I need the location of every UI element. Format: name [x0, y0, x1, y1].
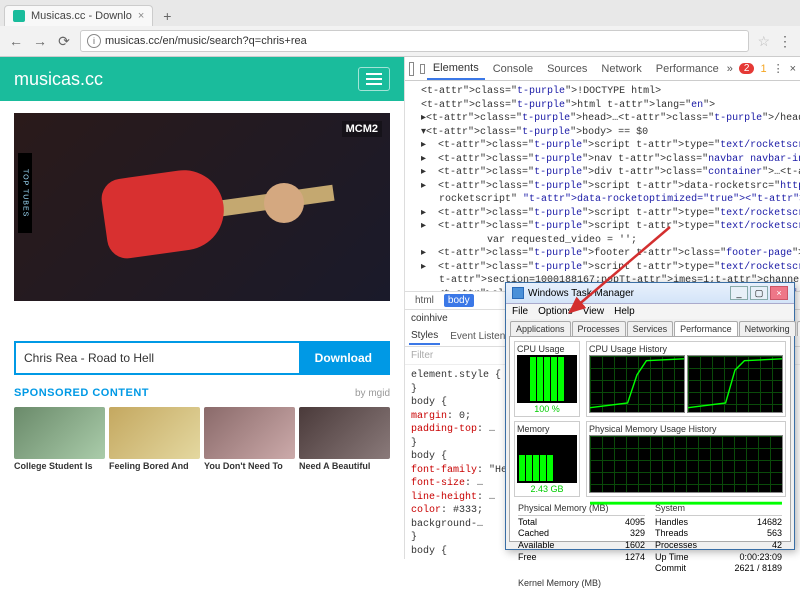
devtools-tab-elements[interactable]: Elements — [427, 58, 485, 80]
sponsored-by: by mgid — [355, 388, 390, 399]
cpu-value: 100 % — [517, 404, 577, 414]
hamburger-menu-button[interactable] — [358, 67, 390, 91]
track-input[interactable] — [16, 343, 299, 373]
inspect-icon[interactable] — [409, 62, 414, 76]
cpu-meter — [517, 355, 577, 403]
tm-tab-processes[interactable]: Processes — [572, 321, 626, 336]
devtools-tabbar: Elements Console Sources Network Perform… — [405, 57, 800, 81]
new-tab-button[interactable]: + — [157, 6, 177, 26]
kernel-header: Kernel Memory (MB) — [514, 577, 786, 589]
warn-count: 1 — [760, 63, 766, 75]
bookmark-icon[interactable]: ☆ — [757, 33, 770, 50]
download-row: Download — [14, 341, 390, 375]
sponsored-label: SPONSORED CONTENT — [14, 387, 149, 399]
devtools-tab-performance[interactable]: Performance — [650, 59, 725, 79]
site-header: musicas.cc — [0, 57, 404, 101]
crumb-body[interactable]: body — [444, 294, 474, 307]
forward-button[interactable]: → — [32, 33, 48, 49]
mem-value: 2.43 GB — [517, 484, 577, 494]
tm-tab-networking[interactable]: Networking — [739, 321, 796, 336]
site-brand[interactable]: musicas.cc — [14, 69, 103, 90]
device-toggle-icon[interactable] — [420, 64, 425, 74]
tm-title-text: Windows Task Manager — [528, 288, 634, 299]
page-viewport: musicas.cc TOP TUBES MCM2 Download SPONS… — [0, 57, 405, 559]
tm-tabs: Applications Processes Services Performa… — [506, 319, 794, 336]
close-button[interactable]: × — [770, 286, 788, 300]
crumb-html[interactable]: html — [411, 294, 438, 307]
address-bar: ← → ⟳ i musicas.cc/en/music/search?q=chr… — [0, 26, 800, 56]
url-text: musicas.cc/en/music/search?q=chris+rea — [105, 35, 307, 47]
tm-titlebar[interactable]: Windows Task Manager _ ▢ × — [506, 283, 794, 304]
thumb-item[interactable]: College Student Is — [14, 407, 105, 472]
maximize-button[interactable]: ▢ — [750, 286, 768, 300]
tm-tab-applications[interactable]: Applications — [510, 321, 571, 336]
task-manager-window[interactable]: Windows Task Manager _ ▢ × File Options … — [505, 282, 795, 550]
close-icon[interactable]: × — [138, 10, 144, 22]
minimize-button[interactable]: _ — [730, 286, 748, 300]
browser-tabbar: Musicas.cc - Downlo × + — [0, 0, 800, 26]
video-badge-right: MCM2 — [342, 121, 382, 137]
tm-menu-file[interactable]: File — [512, 306, 528, 317]
video-player[interactable]: TOP TUBES MCM2 — [14, 113, 390, 301]
tm-menu-options[interactable]: Options — [538, 306, 572, 317]
sponsored-thumbs: College Student Is Feeling Bored And You… — [0, 403, 404, 476]
devtools-menu-icon[interactable]: ⋮ — [773, 62, 784, 75]
tm-tab-services[interactable]: Services — [627, 321, 674, 336]
error-count-badge[interactable]: 2 — [739, 63, 755, 74]
styles-tab-styles[interactable]: Styles — [409, 328, 440, 345]
devtools-tab-network[interactable]: Network — [595, 59, 647, 79]
mem-meter — [517, 435, 577, 483]
reload-button[interactable]: ⟳ — [56, 33, 72, 49]
tm-tab-users[interactable]: Users — [797, 321, 800, 336]
tab-title: Musicas.cc - Downlo — [31, 10, 132, 22]
download-button[interactable]: Download — [299, 343, 388, 373]
site-favicon — [13, 10, 25, 22]
url-field[interactable]: i musicas.cc/en/music/search?q=chris+rea — [80, 30, 749, 52]
memory-history-box: Physical Memory Usage History — [586, 421, 786, 497]
devtools-tab-sources[interactable]: Sources — [541, 59, 593, 79]
site-info-icon[interactable]: i — [87, 34, 101, 48]
browser-tab[interactable]: Musicas.cc - Downlo × — [4, 5, 153, 26]
devtools-more-icon[interactable]: » — [727, 63, 733, 75]
back-button[interactable]: ← — [8, 33, 24, 49]
devtools-close-icon[interactable]: × — [790, 63, 796, 75]
video-frame — [14, 113, 390, 301]
tm-menu-view[interactable]: View — [583, 306, 605, 317]
video-badge-left: TOP TUBES — [18, 153, 32, 233]
cpu-usage-box: CPU Usage 100 % — [514, 341, 580, 417]
tm-app-icon — [512, 287, 524, 299]
memory-box: Memory 2.43 GB — [514, 421, 580, 497]
devtools-tab-console[interactable]: Console — [487, 59, 539, 79]
thumb-item[interactable]: You Don't Need To — [204, 407, 295, 472]
thumb-item[interactable]: Need A Beautiful — [299, 407, 390, 472]
thumb-item[interactable]: Feeling Bored And — [109, 407, 200, 472]
browser-menu-icon[interactable]: ⋮ — [778, 33, 792, 50]
tm-tab-performance[interactable]: Performance — [674, 321, 738, 336]
tm-performance-panel: CPU Usage 100 % CPU Usage History Memory — [509, 336, 791, 542]
tm-menubar: File Options View Help — [506, 304, 794, 319]
tm-menu-help[interactable]: Help — [614, 306, 635, 317]
cpu-history-box: CPU Usage History — [586, 341, 786, 417]
dom-tree[interactable]: <t-attr">class="t-purple">!DOCTYPE html>… — [405, 81, 800, 291]
